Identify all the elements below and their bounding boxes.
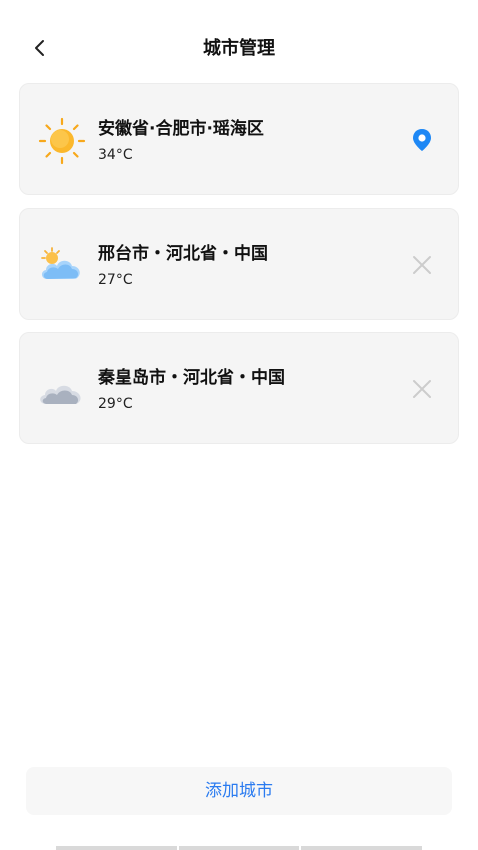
city-card-hefei[interactable]: 安徽省·合肥市·瑶海区 34°C [19,83,459,195]
system-nav-bar [56,846,423,850]
page-title: 城市管理 [203,38,275,59]
nav-bar-segment[interactable] [301,846,423,850]
close-icon[interactable] [408,251,436,279]
city-temperature: 29°C [98,396,133,412]
city-temperature: 27°C [98,272,133,288]
sun-icon [37,116,87,166]
city-name: 安徽省·合肥市·瑶海区 [98,119,264,139]
location-pin-icon[interactable] [408,126,436,154]
city-name: 秦皇岛市・河北省・中国 [98,368,285,388]
close-icon[interactable] [408,375,436,403]
city-name: 邢台市・河北省・中国 [98,244,268,264]
city-temperature: 34°C [98,147,133,163]
partly-cloudy-icon [37,241,87,291]
cloudy-icon [37,365,87,415]
nav-bar-segment[interactable] [178,846,300,850]
city-card-qinhuangdao[interactable]: 秦皇岛市・河北省・中国 29°C [19,332,459,444]
nav-bar-segment[interactable] [56,846,177,850]
add-city-button[interactable]: 添加城市 [26,767,452,815]
city-card-xingtai[interactable]: 邢台市・河北省・中国 27°C [19,208,459,320]
header: 城市管理 [0,0,478,95]
